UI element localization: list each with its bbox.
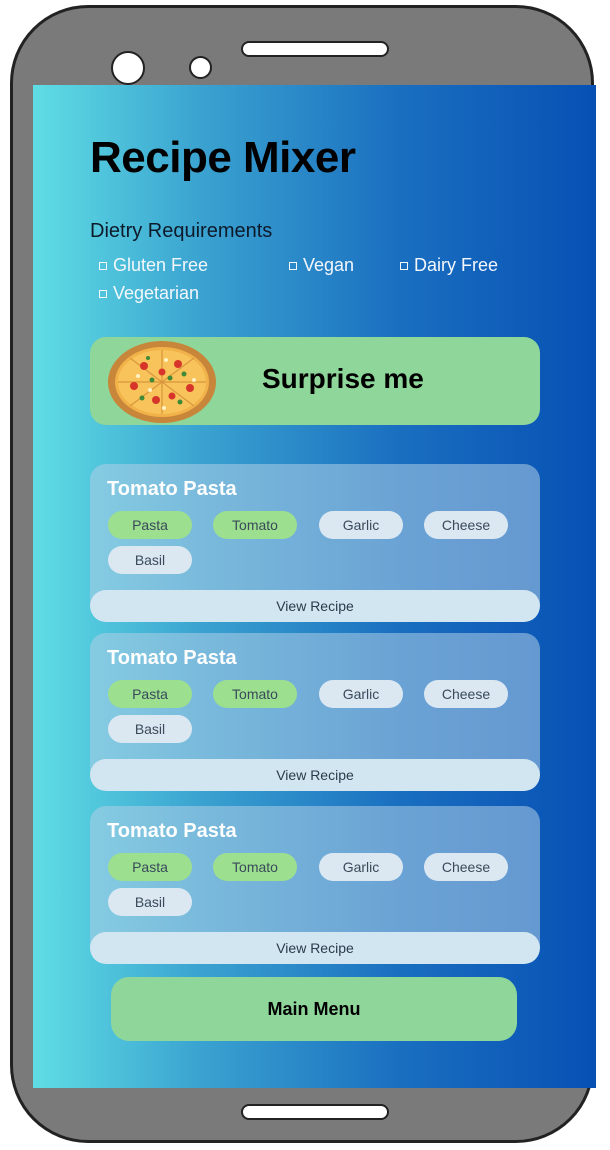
view-recipe-button[interactable]: View Recipe (90, 590, 540, 622)
recipe-title: Tomato Pasta (107, 478, 237, 500)
ingredient-chip: Cheese (424, 853, 508, 881)
dietary-requirements-heading: Dietry Requirements (90, 220, 273, 242)
main-menu-button[interactable]: Main Menu (111, 977, 517, 1041)
ingredient-chip: Basil (108, 546, 192, 574)
checkbox-label: Dairy Free (414, 255, 499, 275)
proximity-sensor (189, 56, 212, 79)
surprise-me-button[interactable]: Surprise me (90, 337, 540, 425)
checkbox-vegan[interactable]: Vegan (289, 255, 354, 276)
ingredient-chip: Tomato (213, 511, 297, 539)
pizza-icon (108, 341, 216, 423)
view-recipe-button[interactable]: View Recipe (90, 932, 540, 964)
checkbox-icon[interactable] (99, 261, 107, 270)
recipe-card: Tomato Pasta Pasta Tomato Garlic Cheese … (90, 633, 540, 791)
ingredient-chip: Pasta (108, 853, 192, 881)
page-title: Recipe Mixer (90, 133, 356, 182)
checkbox-icon[interactable] (99, 289, 107, 298)
checkbox-label: Vegetarian (113, 283, 200, 303)
ingredient-chip: Basil (108, 888, 192, 916)
ingredient-chip: Tomato (213, 680, 297, 708)
checkbox-icon[interactable] (400, 261, 408, 270)
ingredient-chip: Cheese (424, 511, 508, 539)
ingredient-chip: Basil (108, 715, 192, 743)
recipe-title: Tomato Pasta (107, 647, 237, 669)
view-recipe-button[interactable]: View Recipe (90, 759, 540, 791)
ingredient-chip: Garlic (319, 680, 403, 708)
checkbox-vegetarian[interactable]: Vegetarian (99, 283, 199, 304)
ingredient-chip: Garlic (319, 511, 403, 539)
checkbox-label: Gluten Free (113, 255, 209, 275)
checkbox-gluten-free[interactable]: Gluten Free (99, 255, 208, 276)
ingredient-chip: Tomato (213, 853, 297, 881)
home-indicator[interactable] (241, 1104, 389, 1120)
surprise-me-label: Surprise me (262, 363, 424, 394)
ingredient-chip: Pasta (108, 511, 192, 539)
recipe-card: Tomato Pasta Pasta Tomato Garlic Cheese … (90, 464, 540, 622)
front-camera (111, 51, 145, 85)
recipe-card: Tomato Pasta Pasta Tomato Garlic Cheese … (90, 806, 540, 964)
checkbox-label: Vegan (303, 255, 355, 275)
ingredient-chip: Pasta (108, 680, 192, 708)
app-screen: Recipe Mixer Dietry Requirements Gluten … (33, 85, 596, 1088)
ingredient-chip: Garlic (319, 853, 403, 881)
speaker-grille (241, 41, 389, 57)
ingredient-chip: Cheese (424, 680, 508, 708)
checkbox-dairy-free[interactable]: Dairy Free (400, 255, 498, 276)
recipe-title: Tomato Pasta (107, 820, 237, 842)
checkbox-icon[interactable] (289, 261, 297, 270)
